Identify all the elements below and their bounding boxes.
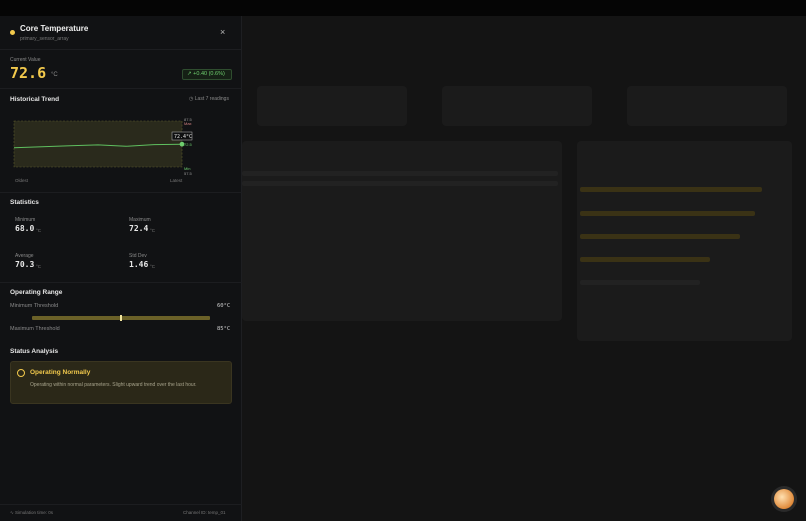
min-threshold-value: 60°C: [217, 303, 231, 309]
stat-std-unit: °C: [150, 264, 156, 269]
backdrop-bar: [580, 234, 740, 239]
historical-trend-title: Historical Trend: [10, 96, 60, 103]
status-description: Operating within normal parameters. Slig…: [30, 382, 197, 388]
simulation-time: ∿ Simulation time: 0s: [10, 510, 53, 516]
panel-header: Core Temperature primary_sensor_array ×: [0, 16, 241, 50]
statistics-title: Statistics: [10, 199, 39, 206]
x-axis-start-label: Oldest: [15, 178, 29, 183]
panel-subtitle: primary_sensor_array: [20, 36, 69, 42]
current-tick-label: 72.5: [184, 142, 193, 147]
assistant-orb-button[interactable]: [774, 489, 794, 509]
top-bar: [0, 0, 806, 16]
stat-min-unit: °C: [36, 228, 42, 233]
divider: [0, 282, 242, 283]
sensor-detail-panel: Core Temperature primary_sensor_array × …: [0, 16, 242, 521]
status-analysis-title: Status Analysis: [10, 348, 59, 355]
max-label: Max: [184, 121, 192, 126]
chart-range-band: [13, 120, 183, 168]
stat-avg-unit: °C: [36, 264, 42, 269]
max-threshold-value: 85°C: [217, 326, 231, 332]
current-range-marker: [120, 315, 122, 321]
stat-std-value: 1.46: [129, 260, 149, 269]
status-card: Operating Normally Operating within norm…: [10, 361, 232, 404]
pulse-icon: ∿: [10, 510, 14, 515]
backdrop-card: [442, 86, 592, 126]
x-axis-end-label: Latest: [170, 178, 183, 183]
stat-avg-label: Average: [15, 253, 34, 259]
backdrop-bar: [580, 187, 762, 192]
stat-avg-value: 70.3: [15, 260, 35, 269]
stat-std-label: Std Dev: [129, 253, 147, 259]
check-circle-icon: [17, 369, 25, 377]
current-value-label: Current Value: [10, 57, 41, 63]
backdrop-row: [242, 171, 558, 176]
stat-max-value: 72.4: [129, 224, 149, 233]
backdrop-bar: [580, 280, 700, 285]
stat-max-unit: °C: [150, 228, 156, 233]
status-dot-icon: [10, 30, 15, 35]
trend-up-icon: ↗: [187, 71, 192, 77]
stat-min-value: 68.0: [15, 224, 35, 233]
min-threshold-label: Minimum Threshold: [10, 303, 59, 309]
min-value-label: 57.5: [184, 171, 193, 176]
divider: [0, 192, 242, 193]
stat-max-label: Maximum: [129, 217, 151, 223]
current-value: 72.6: [10, 64, 47, 82]
backdrop-row: [242, 181, 558, 186]
trend-chart: 72.4°C 87.5 Max 72.5 Min 57.5: [13, 117, 193, 176]
divider: [0, 88, 242, 89]
panel-title: Core Temperature: [20, 24, 89, 33]
backdrop-bar: [580, 257, 710, 262]
callout-value: 72.4°C: [174, 134, 192, 140]
max-threshold-label: Maximum Threshold: [10, 326, 60, 332]
operating-range-title: Operating Range: [10, 289, 63, 296]
delta-value: +0.40 (0.6%): [193, 71, 225, 77]
stat-min-label: Minimum: [15, 217, 36, 223]
divider: [0, 504, 242, 505]
delta-badge: ↗ +0.40 (0.6%): [182, 69, 232, 80]
close-icon[interactable]: ×: [220, 27, 225, 37]
backdrop-card: [627, 86, 787, 126]
readings-count: Last 7 readings: [194, 96, 229, 102]
backdrop-panel: [242, 141, 562, 321]
current-unit: °C: [51, 72, 58, 78]
backdrop-panel: [577, 141, 792, 341]
status-state: Operating Normally: [30, 369, 91, 376]
last-readings-label: ◷ Last 7 readings: [189, 96, 229, 102]
channel-id: Channel ID: temp_01: [183, 510, 226, 515]
dimmed-dashboard-backdrop[interactable]: [242, 16, 806, 521]
backdrop-bar: [580, 211, 755, 216]
simulation-time-text: Simulation time: 0s: [15, 510, 54, 515]
clock-icon: ◷: [189, 96, 194, 102]
backdrop-card: [257, 86, 407, 126]
